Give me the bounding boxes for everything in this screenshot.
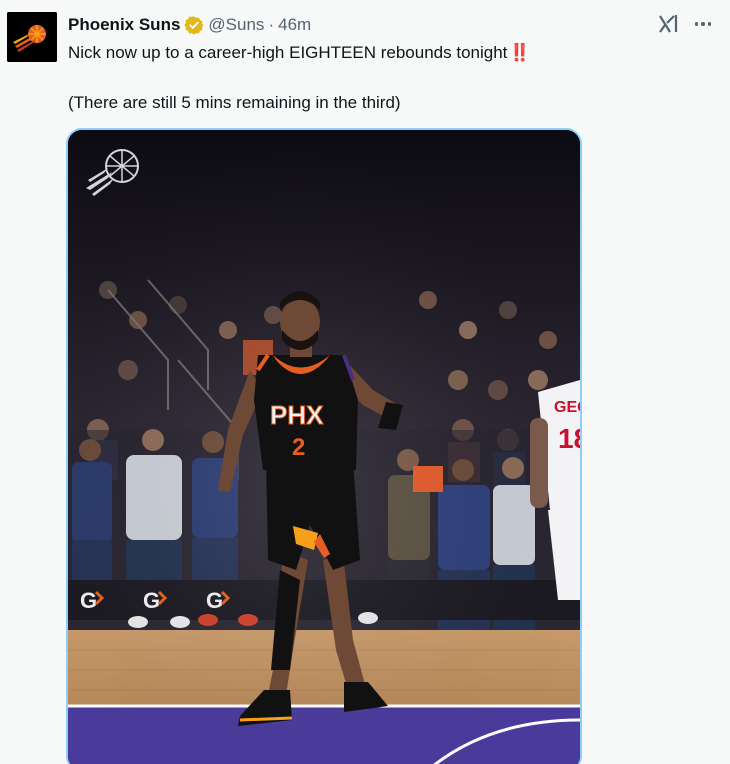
jersey-wordmark: PHX (270, 400, 324, 430)
more-options-icon[interactable] (691, 12, 715, 36)
tweet[interactable]: Phoenix Suns @Suns · 46m Nick now up to … (0, 0, 730, 764)
avatar[interactable] (7, 12, 57, 62)
opponent-name: GEOR (554, 399, 580, 416)
grok-icon[interactable] (657, 12, 681, 36)
author-handle[interactable]: @Suns (208, 14, 264, 36)
game-photo: G G G (68, 130, 580, 764)
verified-badge-icon (184, 15, 205, 35)
tweet-photo[interactable]: G G G (66, 128, 582, 764)
tweet-text: Nick now up to a career-high EIGHTEEN re… (68, 43, 508, 62)
tweet-header: Phoenix Suns @Suns · 46m (68, 14, 311, 36)
separator-dot: · (268, 15, 275, 34)
tweet-text-line-1: Nick now up to a career-high EIGHTEEN re… (68, 42, 531, 64)
jersey-number: 2 (292, 434, 305, 461)
timestamp[interactable]: 46m (278, 14, 311, 36)
opponent-number: 18 (558, 423, 580, 454)
tweet-text-line-2: (There are still 5 mins remaining in the… (68, 93, 401, 112)
display-name[interactable]: Phoenix Suns (68, 14, 180, 36)
phoenix-suns-logo-icon (7, 12, 57, 62)
double-exclamation-emoji: ‼️ (509, 43, 530, 62)
